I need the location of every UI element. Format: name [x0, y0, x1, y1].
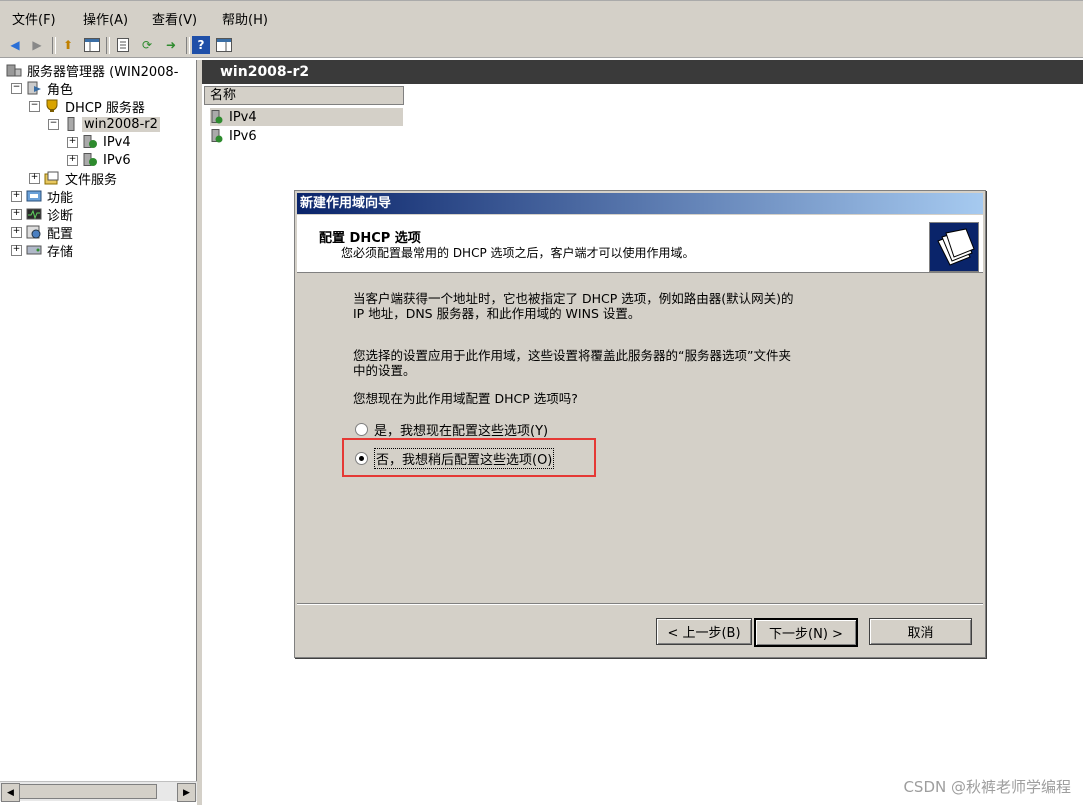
ipv6-icon: [210, 129, 226, 143]
question-text: 您想现在为此作用域配置 DHCP 选项吗?: [353, 391, 578, 406]
tree-item-dhcp[interactable]: − DHCP 服务器: [29, 97, 147, 116]
tree-item-features[interactable]: + 功能: [11, 187, 75, 206]
forward-icon[interactable]: ▶: [28, 36, 46, 54]
description-paragraph-2: 您选择的设置应用于此作用域，这些设置将覆盖此服务器的“服务器选项”文件夹 中的设…: [353, 348, 913, 378]
expand-icon[interactable]: +: [11, 244, 22, 256]
list-item-label: IPv4: [229, 109, 257, 125]
menubar: 文件(F) 操作(A) 查看(V) 帮助(H): [0, 0, 1083, 34]
back-button[interactable]: < 上一步(B): [656, 618, 752, 645]
tree-label: DHCP 服务器: [65, 100, 145, 116]
description-line: IP 地址，DNS 服务器，和此作用域的 WINS 设置。: [353, 306, 641, 321]
expand-icon[interactable]: +: [11, 226, 22, 238]
properties-icon[interactable]: [114, 36, 132, 54]
wizard-subheading: 您必须配置最常用的 DHCP 选项之后，客户端才可以使用作用域。: [341, 246, 695, 260]
console-tree: 服务器管理器 (WIN2008- − 角色 − DHCP 服务器 − win20…: [0, 60, 197, 781]
button-separator: [297, 603, 983, 605]
file-services-icon: [44, 171, 60, 185]
expand-icon[interactable]: +: [11, 190, 22, 202]
back-icon[interactable]: ◀: [6, 36, 24, 54]
expand-icon[interactable]: +: [11, 208, 22, 220]
list-item-ipv6[interactable]: IPv6: [210, 127, 257, 145]
features-icon: [26, 189, 42, 203]
tree-item-server[interactable]: − win2008-r2: [48, 115, 160, 133]
tree-item-configuration[interactable]: + 配置: [11, 223, 75, 242]
radio-label[interactable]: 是，我想现在配置这些选项(Y): [374, 420, 548, 439]
menu-action[interactable]: 操作(A): [83, 9, 128, 28]
collapse-icon[interactable]: −: [48, 118, 59, 130]
ipv4-icon: [210, 110, 226, 124]
server-manager-icon: [6, 63, 22, 77]
toolbar-separator: [106, 37, 110, 54]
radio-button[interactable]: [355, 423, 368, 436]
show-hide-tree-icon[interactable]: [83, 36, 101, 54]
tree-label: 角色: [47, 82, 74, 98]
tree-horizontal-scrollbar[interactable]: ◀ ▶: [0, 781, 197, 802]
tree-label: 功能: [47, 190, 74, 206]
tree-item-storage[interactable]: + 存储: [11, 241, 75, 260]
menu-file[interactable]: 文件(F): [12, 9, 56, 28]
ipv6-icon: [82, 153, 98, 167]
diagnostics-icon: [26, 207, 42, 221]
column-header-name[interactable]: 名称: [204, 86, 404, 105]
up-icon[interactable]: ⬆: [59, 36, 77, 54]
tree-label: 文件服务: [65, 172, 118, 188]
new-scope-wizard-dialog: 新建作用域向导 配置 DHCP 选项 您必须配置最常用的 DHCP 选项之后，客…: [294, 190, 986, 658]
description-line: 您选择的设置应用于此作用域，这些设置将覆盖此服务器的“服务器选项”文件夹: [353, 348, 791, 363]
menu-help[interactable]: 帮助(H): [222, 9, 268, 28]
next-button[interactable]: 下一步(N) >: [754, 618, 858, 647]
radio-configure-now[interactable]: 是，我想现在配置这些选项(Y): [355, 420, 548, 439]
description-line: 中的设置。: [353, 363, 416, 378]
tree-label: 存储: [47, 244, 74, 260]
collapse-icon[interactable]: −: [29, 100, 40, 112]
show-hide-action-icon[interactable]: [215, 36, 233, 54]
tree-label: IPv6: [103, 152, 131, 168]
scroll-right-icon[interactable]: ▶: [177, 783, 196, 802]
cancel-button[interactable]: 取消: [869, 618, 972, 645]
storage-icon: [26, 243, 42, 257]
tree-label: 诊断: [47, 208, 74, 224]
tree-item-file-services[interactable]: + 文件服务: [29, 169, 119, 188]
list-item-ipv4[interactable]: IPv4: [210, 108, 403, 126]
toolbar-separator: [52, 37, 56, 54]
export-icon[interactable]: ➜: [162, 36, 180, 54]
expand-icon[interactable]: +: [67, 154, 78, 166]
tree-label: 服务器管理器 (WIN2008-: [27, 64, 179, 80]
description-paragraph-1: 当客户端获得一个地址时，它也被指定了 DHCP 选项，例如路由器(默认网关)的 …: [353, 291, 913, 321]
tree-item-roles[interactable]: − 角色: [11, 79, 75, 98]
tree-item-ipv6[interactable]: + IPv6: [67, 151, 133, 169]
scroll-left-icon[interactable]: ◀: [1, 783, 20, 802]
wizard-header: 配置 DHCP 选项 您必须配置最常用的 DHCP 选项之后，客户端才可以使用作…: [297, 215, 983, 273]
toolbar-separator: [186, 37, 190, 54]
menu-view[interactable]: 查看(V): [152, 9, 197, 28]
tree-item-ipv4[interactable]: + IPv4: [67, 133, 133, 151]
ipv4-icon: [82, 135, 98, 149]
tree-label: win2008-r2: [82, 116, 160, 132]
description-line: 当客户端获得一个地址时，它也被指定了 DHCP 选项，例如路由器(默认网关)的: [353, 291, 794, 306]
configuration-icon: [26, 225, 42, 239]
tree-item-server-manager[interactable]: 服务器管理器 (WIN2008-: [6, 61, 180, 80]
expand-icon[interactable]: +: [29, 172, 40, 184]
wizard-folders-icon: [929, 222, 979, 272]
dhcp-icon: [44, 99, 60, 113]
tree-label: 配置: [47, 226, 74, 242]
tree-item-diagnostics[interactable]: + 诊断: [11, 205, 75, 224]
watermark-text: CSDN @秋裤老师学编程: [903, 778, 1071, 796]
dialog-title: 新建作用域向导: [297, 193, 983, 214]
roles-icon: [26, 81, 42, 95]
collapse-icon[interactable]: −: [11, 82, 22, 94]
pane-title: win2008-r2: [202, 60, 1083, 84]
server-icon: [63, 117, 79, 131]
help-icon[interactable]: ?: [192, 36, 210, 54]
toolbar: ◀ ▶ ⬆ ⟳ ➜ ?: [0, 34, 1083, 58]
expand-icon[interactable]: +: [67, 136, 78, 148]
list-item-label: IPv6: [229, 128, 257, 144]
refresh-icon[interactable]: ⟳: [138, 36, 156, 54]
scroll-thumb[interactable]: [19, 784, 157, 799]
annotation-highlight-box: [342, 438, 596, 477]
tree-label: IPv4: [103, 134, 131, 150]
